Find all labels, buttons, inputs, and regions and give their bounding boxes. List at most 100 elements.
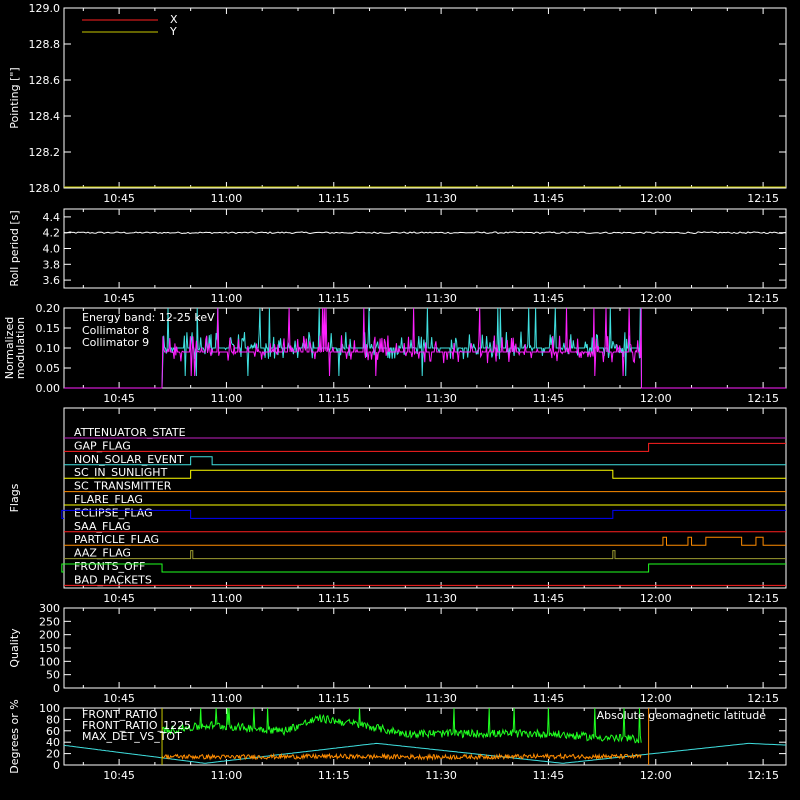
front-ratio-x-tick-label: 10:45	[103, 769, 135, 782]
flag-label-sc-in-sunlight: SC_IN_SUNLIGHT	[74, 466, 168, 479]
modulation-x-tick-label: 10:45	[103, 392, 135, 405]
flag-label-aaz-flag: AAZ_FLAG	[74, 547, 131, 560]
pointing-y-tick-label: 129.0	[29, 2, 61, 15]
roll-period-x-tick-label: 12:15	[747, 292, 779, 305]
flags-x-tick-label: 11:30	[425, 592, 457, 605]
flags-x-tick-label: 10:45	[103, 592, 135, 605]
quality-y-tick-label: 50	[46, 669, 60, 682]
geomagnetic-latitude-trace	[63, 742, 786, 764]
flag-label-non-solar-event: NON_SOLAR_EVENT	[74, 453, 184, 466]
flags-x-tick-label: 11:15	[318, 592, 350, 605]
pointing-x-tick-label: 11:45	[533, 192, 565, 205]
flag-trace-eclipse-flag	[61, 509, 786, 519]
roll-period-y-axis-label: Roll period [s]	[8, 210, 21, 286]
front-ratio-x-tick-label: 11:15	[318, 769, 350, 782]
pointing-y-tick-label: 128.4	[29, 110, 61, 123]
front-ratio-x-tick-label: 11:30	[425, 769, 457, 782]
flag-trace-gap-flag	[64, 442, 786, 452]
front-ratio-x-tick-label: 12:15	[747, 769, 779, 782]
flag-trace-sc-in-sunlight	[64, 469, 786, 479]
quality-x-tick-label: 11:00	[211, 692, 243, 705]
quality-x-tick-label: 10:45	[103, 692, 135, 705]
flags-x-tick-label: 12:15	[747, 592, 779, 605]
max-det-vs-tot-trace	[161, 752, 642, 762]
roll-period-x-tick-label: 12:00	[640, 292, 672, 305]
flag-label-eclipse-flag: ECLIPSE_FLAG	[74, 506, 153, 519]
front-ratio-y-tick-label: 100	[39, 702, 60, 715]
flag-label-saa-flag: SAA_FLAG	[74, 520, 131, 533]
flag-trace-particle-flag	[64, 536, 786, 546]
modulation-y-axis-label: modulation	[14, 317, 27, 379]
flag-label-attenuator-state: ATTENUATOR_STATE	[74, 426, 186, 439]
front-ratio-x-tick-label: 11:00	[211, 769, 243, 782]
pointing-y-axis-label: Pointing ["]	[8, 67, 21, 128]
roll-period-y-tick-label: 4.0	[43, 243, 61, 256]
front-ratio-y-tick-label: 60	[46, 725, 60, 738]
roll-period-y-tick-label: 3.8	[43, 258, 61, 271]
modulation-x-tick-label: 12:00	[640, 392, 672, 405]
quality-x-tick-label: 11:30	[425, 692, 457, 705]
front-ratio-1225-trace	[161, 707, 642, 744]
pointing-x-tick-label: 11:30	[425, 192, 457, 205]
quality-y-tick-label: 100	[39, 655, 60, 668]
flag-label-sc-transmitter: SC_TRANSMITTER	[74, 480, 172, 493]
roll-period-x-tick-label: 11:00	[211, 292, 243, 305]
flags-y-axis-label: Flags	[8, 483, 21, 512]
quality-frame	[63, 607, 787, 689]
pointing-x-tick-label: 12:15	[747, 192, 779, 205]
quality-x-tick-label: 12:15	[747, 692, 779, 705]
front-ratio-x-tick-label: 12:00	[640, 769, 672, 782]
front-ratio-y-tick-label: 40	[46, 736, 60, 749]
flags-x-tick-label: 11:45	[533, 592, 565, 605]
pointing-y-tick-label: 128.8	[29, 38, 61, 51]
pointing-x-tick-label: 11:00	[211, 192, 243, 205]
pointing-y-tick-label: 128.0	[29, 182, 61, 195]
modulation-y-tick-label: 0.10	[36, 342, 61, 355]
modulation-x-tick-label: 11:00	[211, 392, 243, 405]
modulation-y-tick-label: 0.20	[36, 302, 61, 315]
roll-period-y-tick-label: 4.2	[43, 227, 61, 240]
pointing-y-tick-label: 128.2	[29, 146, 61, 159]
telemetry-plot: 10:45 11:00 11:15 11:30 11:45 12:00 12:15 128.0…	[3, 2, 787, 782]
energy-band-annotation: Energy band: 12-25 keV	[82, 311, 215, 324]
pointing-x-tick-label: 12:00	[640, 192, 672, 205]
modulation-x-tick-label: 11:45	[533, 392, 565, 405]
quality-y-tick-label: 250	[39, 615, 60, 628]
pointing-x-tick-label: 11:15	[318, 192, 350, 205]
roll-period-y-tick-label: 3.6	[43, 274, 61, 287]
front-ratio-y-tick-label: 80	[46, 713, 60, 726]
front-ratio-x-tick-label: 11:45	[533, 769, 565, 782]
pointing-x-tick-label: 10:45	[103, 192, 135, 205]
flag-label-gap-flag: GAP_FLAG	[74, 439, 131, 452]
legend-label-max-det-vs-tot: MAX_DET_VS_TOT	[82, 730, 182, 743]
quality-y-tick-label: 150	[39, 642, 60, 655]
quality-x-tick-label: 12:00	[640, 692, 672, 705]
legend-label-collimator-9: Collimator 9	[82, 336, 149, 349]
pointing-y-tick-label: 128.6	[29, 74, 61, 87]
flag-label-bad-packets: BAD_PACKETS	[74, 573, 152, 586]
legend-label-y: Y	[169, 25, 177, 38]
legend-label-geomagnetic-latitude: Absolute geomagnetic latitude	[597, 709, 767, 722]
flags-x-tick-label: 11:00	[211, 592, 243, 605]
quality-x-tick-label: 11:45	[533, 692, 565, 705]
roll-period-x-tick-label: 11:45	[533, 292, 565, 305]
flag-trace-fronts-off	[61, 563, 786, 573]
roll-period-y-tick-label: 4.4	[43, 211, 61, 224]
flag-label-particle-flag: PARTICLE_FLAG	[74, 533, 159, 546]
flag-label-flare-flag: FLARE_FLAG	[74, 493, 143, 506]
front-ratio-y-tick-label: 20	[46, 748, 60, 761]
modulation-y-tick-label: 0.05	[36, 362, 61, 375]
flag-trace-aaz-flag	[64, 550, 786, 560]
modulation-x-tick-label: 11:15	[318, 392, 350, 405]
flags-x-tick-label: 12:00	[640, 592, 672, 605]
modulation-x-tick-label: 12:15	[747, 392, 779, 405]
modulation-y-tick-label: 0.00	[36, 382, 61, 395]
roll-period-trace	[63, 231, 786, 235]
quality-y-axis-label: Quality	[8, 628, 21, 668]
quality-y-tick-label: 300	[39, 602, 60, 615]
modulation-y-tick-label: 0.15	[36, 322, 61, 335]
flag-label-fronts-off: FRONTS_OFF	[74, 560, 145, 573]
quality-y-tick-label: 0	[53, 682, 60, 695]
quality-y-tick-label: 200	[39, 629, 60, 642]
roll-period-x-tick-label: 11:30	[425, 292, 457, 305]
